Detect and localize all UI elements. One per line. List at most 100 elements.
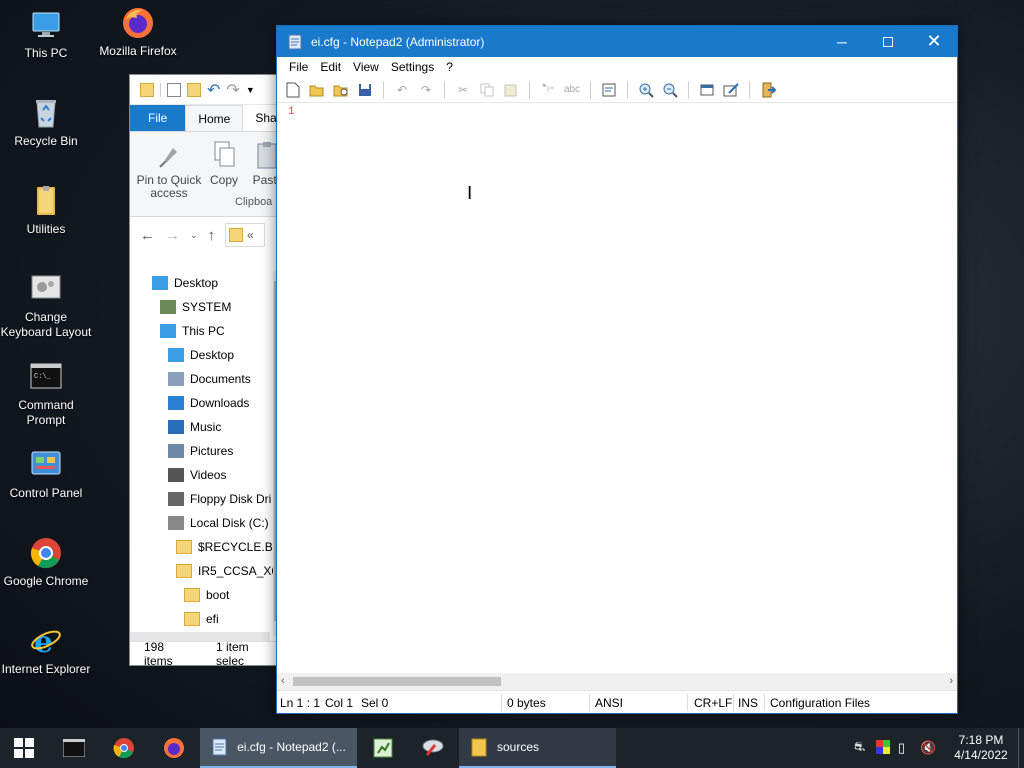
menu-file[interactable]: File	[283, 60, 314, 74]
tools-app-icon	[422, 739, 444, 756]
menu-view[interactable]: View	[347, 60, 385, 74]
desktop-icon-this-pc[interactable]: This PC	[0, 8, 92, 61]
tree-item[interactable]: Pictures	[130, 439, 270, 463]
usb-icon[interactable]: ▯	[898, 740, 920, 756]
start-button[interactable]	[0, 728, 48, 768]
tab-file[interactable]: File	[130, 105, 186, 131]
redo-icon[interactable]: ↷	[226, 80, 239, 100]
tree-item[interactable]: Floppy Disk Dri	[130, 487, 271, 511]
editor-area[interactable]: 1 I	[277, 103, 957, 680]
desktop-icon-keyboard-layout[interactable]: Change Keyboard Layout	[0, 272, 92, 340]
menu-edit[interactable]: Edit	[314, 60, 347, 74]
properties-icon[interactable]	[167, 82, 181, 97]
cut-button[interactable]: ✂	[453, 81, 473, 99]
copy-button[interactable]	[477, 81, 497, 99]
taskbar-command-prompt[interactable]	[50, 728, 98, 768]
open-file-button[interactable]	[307, 81, 327, 99]
copy-button[interactable]: Copy	[206, 140, 242, 187]
save-button[interactable]	[355, 81, 375, 99]
zoom-out-button[interactable]	[660, 81, 680, 99]
desktop-icon-utilities[interactable]: Utilities	[0, 184, 92, 237]
status-scheme[interactable]: Configuration Files	[770, 696, 870, 710]
menu-help[interactable]: ?	[440, 60, 459, 74]
menu-settings[interactable]: Settings	[385, 60, 440, 74]
user-icon	[160, 300, 176, 314]
tree-item[interactable]: Documents	[130, 367, 270, 391]
separator	[501, 694, 502, 711]
tree-item[interactable]: Downloads	[130, 391, 270, 415]
taskbar-app-green[interactable]	[359, 728, 407, 768]
tree-item[interactable]: This PC	[130, 319, 270, 343]
color-profile-icon[interactable]	[876, 739, 898, 757]
tree-item[interactable]: Local Disk (C:)	[130, 511, 270, 535]
new-file-button[interactable]	[283, 81, 303, 99]
tree-item[interactable]: IR5_CCSA_X6	[130, 559, 278, 583]
tree-item[interactable]: $RECYCLE.BIN	[130, 535, 280, 559]
desktop-icon-recycle-bin[interactable]: Recycle Bin	[0, 96, 92, 149]
back-arrow-icon[interactable]: ←	[140, 227, 155, 244]
replace-button[interactable]: abc	[562, 81, 582, 99]
desktop-icon-firefox[interactable]: Mozilla Firefox	[92, 6, 184, 59]
horizontal-scrollbar[interactable]: ‹ ›	[277, 673, 957, 690]
status-line-endings[interactable]: CR+LF	[694, 696, 732, 710]
taskbar-notepad2[interactable]: ei.cfg - Notepad2 (...	[200, 728, 357, 768]
status-selection: Sel 0	[361, 696, 389, 710]
separator	[444, 80, 445, 99]
undo-icon[interactable]: ↶	[207, 80, 220, 100]
folder-icon	[176, 564, 192, 578]
minimize-button[interactable]: ─	[819, 26, 865, 57]
status-encoding[interactable]: ANSI	[595, 696, 623, 710]
notepad2-window[interactable]: ei.cfg - Notepad2 (Administrator) ─ ✕ Fi…	[276, 25, 958, 714]
close-button[interactable]: ✕	[911, 26, 957, 57]
new-folder-icon[interactable]	[187, 82, 201, 97]
browse-button[interactable]	[331, 81, 351, 99]
tree-item[interactable]: Videos	[130, 463, 270, 487]
redo-button[interactable]: ↷	[416, 81, 436, 99]
explorer-status-bar: 198 items 1 item selec	[130, 640, 280, 665]
file-explorer-window[interactable]: ↶ ↷ ▼ File Home Sha Pin to Quick access …	[129, 74, 281, 666]
status-position: Ln 1 : 1	[280, 696, 321, 710]
this-pc-icon	[29, 8, 63, 42]
taskbar-firefox[interactable]	[150, 728, 198, 768]
customize-schemes-button[interactable]	[721, 81, 741, 99]
volume-muted-icon[interactable]: 🔇	[920, 740, 944, 756]
address-bar[interactable]: «	[225, 223, 266, 247]
tree-item[interactable]: efi	[130, 607, 270, 631]
desktop-icon-control-panel[interactable]: Control Panel	[0, 448, 92, 501]
forward-arrow-icon[interactable]: →	[165, 227, 180, 244]
scrollbar-thumb[interactable]	[293, 677, 501, 686]
folder-icon[interactable]	[140, 82, 154, 97]
desktop-icon-chrome[interactable]: Google Chrome	[0, 536, 92, 589]
clock[interactable]: 7:18 PM 4/14/2022	[944, 733, 1018, 763]
tree-item[interactable]: boot	[130, 583, 270, 607]
internet-explorer-icon: e	[29, 624, 63, 660]
title-bar[interactable]: ei.cfg - Notepad2 (Administrator) ─ ✕	[277, 26, 957, 57]
desktop-icon-internet-explorer[interactable]: e Internet Explorer	[0, 624, 92, 677]
tab-home[interactable]: Home	[185, 105, 244, 131]
find-button[interactable]: 🔭	[538, 81, 558, 99]
maximize-button[interactable]	[865, 26, 911, 57]
taskbar-sources-folder[interactable]: sources	[459, 728, 616, 768]
taskbar-chrome[interactable]	[100, 728, 148, 768]
paste-button[interactable]	[501, 81, 521, 99]
tree-item[interactable]: Desktop	[130, 343, 270, 367]
scroll-right-icon[interactable]: ›	[949, 673, 953, 690]
word-wrap-button[interactable]	[599, 81, 619, 99]
network-icon[interactable]: ⛐	[854, 739, 876, 757]
taskbar-app-tools[interactable]	[409, 728, 457, 768]
chevron-down-icon[interactable]: ▼	[246, 85, 255, 95]
exit-button[interactable]	[758, 81, 778, 99]
scheme-button[interactable]	[697, 81, 717, 99]
tree-item[interactable]: Desktop	[130, 271, 270, 295]
scroll-left-icon[interactable]: ‹	[281, 673, 285, 690]
undo-button[interactable]: ↶	[392, 81, 412, 99]
tree-item[interactable]: Music	[130, 415, 270, 439]
recent-locations-chevron-icon[interactable]: ⌄	[190, 230, 198, 241]
zoom-in-button[interactable]	[636, 81, 656, 99]
tree-item[interactable]: SYSTEM	[130, 295, 270, 319]
line-number: 1	[288, 106, 295, 118]
desktop-icon-command-prompt[interactable]: C:\_ Command Prompt	[0, 360, 92, 428]
show-desktop-button[interactable]	[1018, 728, 1024, 768]
up-arrow-icon[interactable]: ↑	[208, 227, 216, 244]
pin-to-quick-access-button[interactable]: Pin to Quick access	[136, 140, 202, 200]
